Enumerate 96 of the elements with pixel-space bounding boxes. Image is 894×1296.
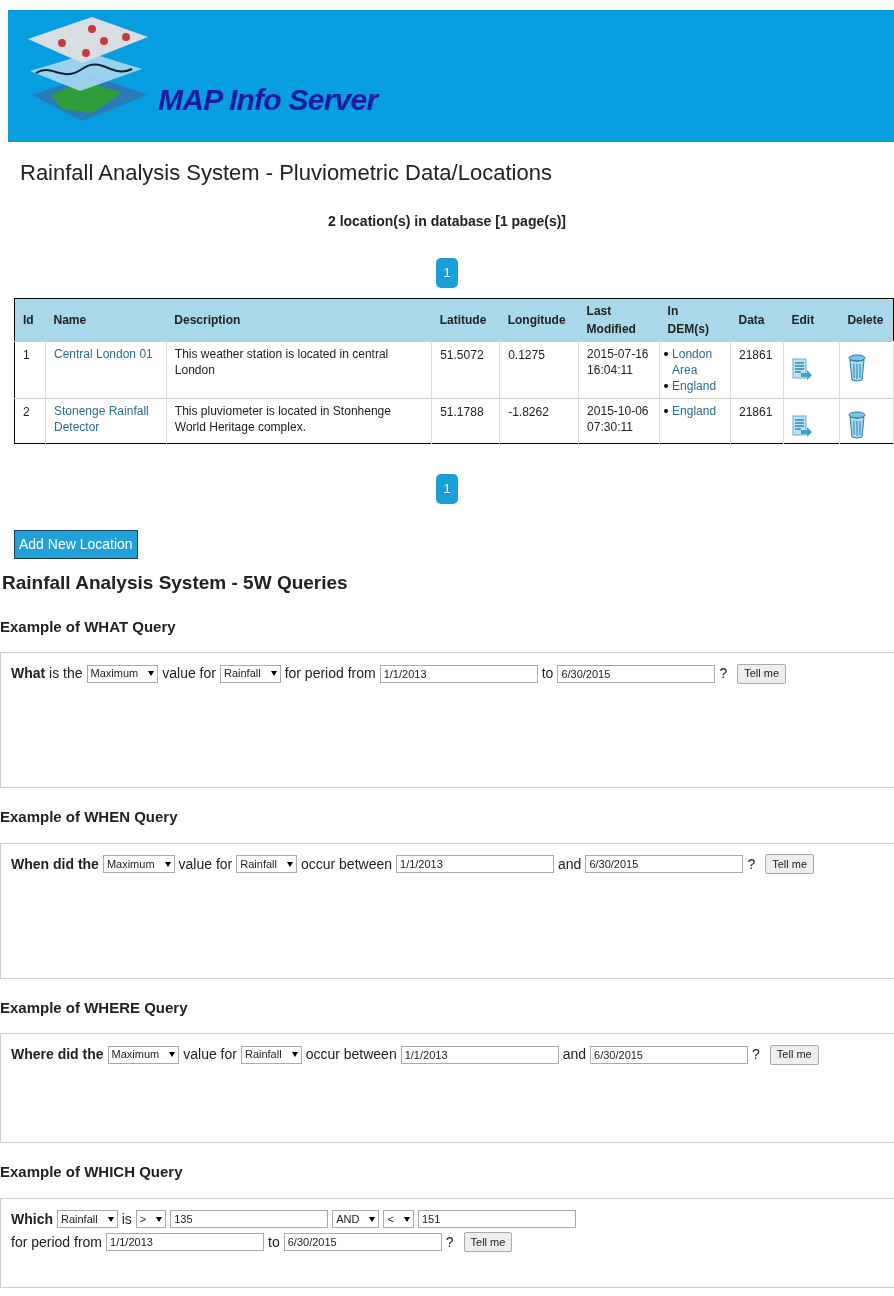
input-field[interactable]: 1/1/2013 (396, 855, 554, 873)
edit-document-icon[interactable] (792, 358, 812, 382)
query-text: When did the (11, 854, 99, 874)
query-text: ? (747, 854, 756, 874)
query-text: value for (183, 1045, 237, 1064)
table-cell: 51.5072 (440, 348, 484, 362)
location-link[interactable]: Central London 01 (54, 346, 158, 362)
column-header: Latitude (439, 313, 487, 327)
table-cell-text: 2015-07-16 16:04:11 (587, 346, 650, 378)
section-heading: Rainfall Analysis System - 5W Queries (2, 571, 349, 595)
input-field[interactable]: 151 (417, 1210, 576, 1228)
input-field[interactable]: 135 (170, 1210, 329, 1228)
column-header: Delete (847, 313, 884, 327)
query-title: Example of WHERE Query (0, 997, 189, 1018)
tell-me-button[interactable]: Tell me (463, 1232, 513, 1252)
dropdown[interactable]: < (383, 1210, 414, 1228)
table-cell-text: 2015-10-06 07:30:11 (587, 403, 650, 435)
caret-icon (403, 1216, 410, 1222)
trash-icon[interactable] (847, 354, 866, 382)
input-field[interactable]: 6/30/2015 (283, 1233, 442, 1251)
caret-icon (148, 671, 155, 676)
query-title: Example of WHAT Query (0, 616, 177, 637)
dropdown[interactable]: Maximum (86, 664, 159, 683)
location-link[interactable]: Stonenge Rainfall Detector (54, 403, 158, 435)
query-text: for period from (11, 1232, 103, 1252)
input-field[interactable]: 6/30/2015 (557, 664, 716, 683)
table-cell-text: This pluviometer is located in Stonhenge World Heritage complex. (174, 403, 392, 435)
table-cell: 21861 (739, 348, 773, 362)
query-text: What is the (11, 664, 83, 683)
query-text: value for (162, 664, 216, 683)
query-text: ? (445, 1232, 454, 1252)
query-text: to (541, 664, 554, 683)
caret-icon (107, 1216, 114, 1222)
table-cell-text: This weather station is located in central London (174, 346, 390, 378)
query-text: for period from (284, 664, 376, 683)
dropdown[interactable]: > (135, 1210, 167, 1228)
query-text: occur between (305, 1045, 397, 1064)
input-field[interactable]: 1/1/2013 (379, 664, 538, 683)
query-text: Which (11, 1209, 53, 1229)
caret-icon (286, 861, 293, 867)
dropdown[interactable]: Rainfall (240, 1045, 302, 1064)
query-text: value for (178, 854, 233, 874)
location-count: 2 location(s) in database [1 page(s)] (327, 212, 567, 231)
trash-icon[interactable] (847, 411, 866, 439)
column-header: Edit (791, 313, 815, 327)
dropdown[interactable]: AND (332, 1210, 380, 1228)
table-cell: 21861 (739, 405, 773, 419)
dropdown[interactable]: Rainfall (57, 1210, 118, 1228)
caret-icon (156, 1216, 163, 1222)
dem-link[interactable]: London Area (672, 346, 726, 378)
query-text: ? (752, 1045, 760, 1064)
input-field[interactable]: 1/1/2013 (400, 1045, 559, 1064)
caret-icon (164, 861, 171, 867)
table-cell: 0.1275 (508, 348, 545, 362)
bullet-icon (664, 384, 669, 388)
column-header: Id (23, 313, 34, 327)
dem-link[interactable]: England (672, 378, 717, 394)
column-header: Longitude (507, 313, 566, 327)
column-header: Name (53, 313, 87, 327)
caret-icon (291, 1052, 298, 1057)
table-cell: -1.8262 (508, 405, 549, 419)
table-cell: 1 (23, 348, 30, 362)
input-field[interactable]: 6/30/2015 (590, 1045, 749, 1064)
table-cell: 2 (23, 405, 30, 419)
input-field[interactable]: 6/30/2015 (585, 855, 744, 873)
query-text: to (268, 1232, 280, 1252)
bullet-icon (664, 409, 669, 413)
caret-icon (369, 1216, 376, 1222)
dropdown[interactable]: Rainfall (219, 664, 281, 683)
query-text: and (562, 1045, 587, 1064)
column-header: In DEM(s) (667, 304, 709, 336)
tell-me-button[interactable]: Tell me (769, 1044, 819, 1065)
site-title: MAP Info Server (158, 82, 378, 118)
query-text: occur between (300, 854, 392, 874)
dropdown[interactable]: Rainfall (236, 855, 297, 873)
bullet-icon (664, 352, 669, 356)
query-title: Example of WHICH Query (0, 1162, 184, 1182)
table-cell: 51.1788 (440, 405, 484, 419)
edit-document-icon[interactable] (792, 415, 812, 439)
dropdown[interactable]: Maximum (107, 1045, 180, 1064)
caret-icon (169, 1052, 176, 1057)
page-heading: Rainfall Analysis System - Pluviometric Data/Locations (20, 159, 553, 187)
dem-link[interactable]: England (672, 403, 717, 419)
query-text: is (121, 1209, 132, 1229)
tell-me-button[interactable]: Tell me (737, 663, 786, 684)
column-header: Last Modified (586, 304, 636, 336)
column-header: Description (174, 313, 241, 327)
query-text: ? (719, 664, 728, 683)
caret-icon (270, 671, 277, 676)
input-field[interactable]: 1/1/2013 (106, 1233, 265, 1251)
dropdown[interactable]: Maximum (102, 855, 175, 873)
query-text: Where did the (11, 1045, 104, 1064)
tell-me-button[interactable]: Tell me (765, 854, 814, 874)
query-title: Example of WHEN Query (0, 807, 179, 827)
column-header: Data (738, 313, 765, 327)
query-text: and (558, 854, 582, 874)
